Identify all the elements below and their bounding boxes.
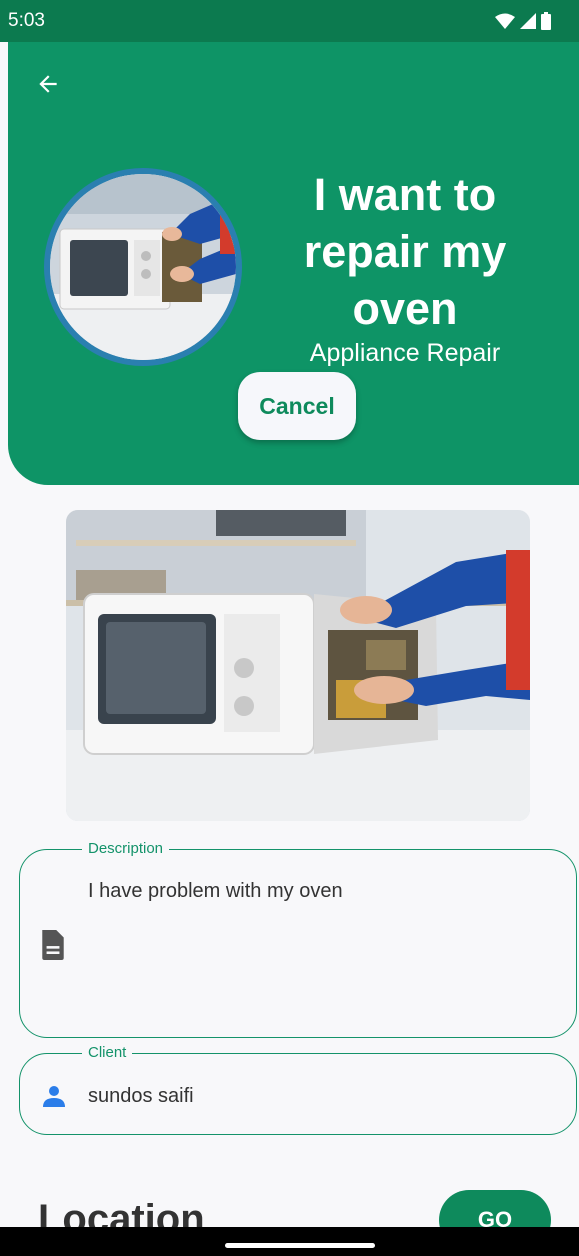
person-icon	[43, 1086, 65, 1107]
status-icons	[495, 12, 551, 30]
microwave-repair-photo	[66, 510, 530, 821]
request-title: I want to repair my oven	[303, 169, 507, 334]
home-indicator[interactable]	[225, 1243, 375, 1248]
status-bar: 5:03	[0, 0, 579, 42]
status-time: 5:03	[8, 10, 45, 31]
wifi-icon	[495, 13, 515, 29]
client-label: Client	[82, 1043, 133, 1063]
request-photo	[66, 510, 530, 821]
avatar-photo	[50, 174, 236, 360]
arrow-back-icon	[39, 75, 57, 93]
description-field[interactable]: Description I have problem with my oven	[19, 839, 577, 1038]
battery-icon	[541, 12, 551, 30]
document-icon	[42, 930, 64, 960]
service-avatar	[44, 168, 242, 366]
signal-icon	[520, 13, 536, 29]
client-name: sundos saifi	[88, 1085, 194, 1107]
description-text: I have problem with my oven	[88, 880, 343, 902]
description-label: Description	[82, 839, 170, 859]
navigation-bar	[0, 1227, 579, 1256]
microwave-repair-illustration	[50, 174, 236, 360]
service-category: Appliance Repair	[309, 339, 501, 367]
app-screen: 5:03 I want to repair my oven Appliance …	[0, 0, 579, 1256]
client-field[interactable]: Client sundos saifi	[19, 1043, 577, 1135]
cancel-button[interactable]: Cancel	[238, 372, 356, 440]
back-button[interactable]	[28, 64, 68, 104]
